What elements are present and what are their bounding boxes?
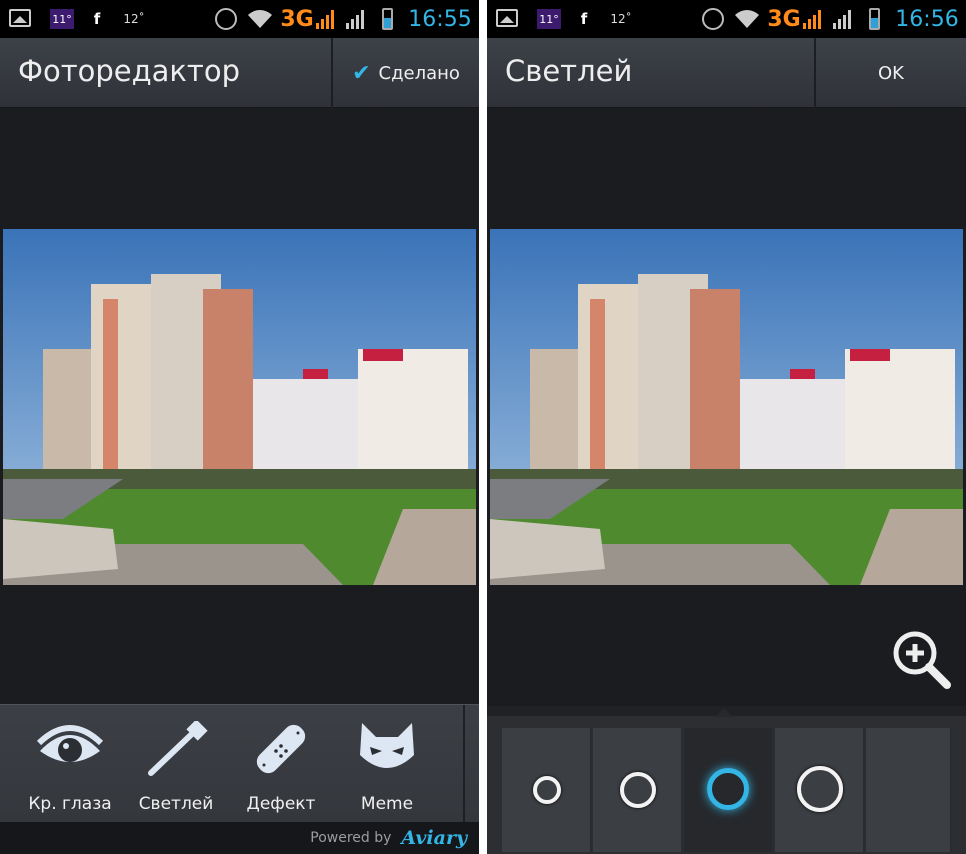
clock: 16:55 — [408, 6, 472, 32]
status-bar: 11° f 12˚ 3G 16:56 — [487, 0, 966, 38]
bandage-icon — [256, 724, 306, 774]
divider — [463, 705, 465, 823]
signal-icon — [315, 9, 335, 29]
tool-label: Светлей — [138, 794, 214, 814]
tool-label: Кр. глаза — [28, 794, 112, 814]
clock: 16:56 — [895, 6, 959, 32]
zoom-in-icon — [893, 631, 951, 689]
zoom-in-button[interactable] — [891, 629, 953, 695]
tool-blemish[interactable]: Дефект — [231, 705, 331, 823]
battery-icon — [382, 8, 393, 30]
brush-size-large[interactable] — [684, 728, 774, 852]
alarm-icon — [215, 8, 237, 30]
battery-icon — [869, 8, 880, 30]
eye-icon — [37, 725, 103, 762]
brush-size-medium[interactable] — [593, 728, 683, 852]
check-icon: ✔ — [352, 60, 371, 86]
tool-lighten[interactable]: Светлей — [126, 705, 226, 823]
photo-preview[interactable] — [490, 229, 963, 585]
wifi-icon — [247, 9, 273, 29]
gallery-icon — [496, 9, 518, 27]
aviary-logo: Aviary — [401, 827, 467, 849]
network-type: 3G — [280, 6, 314, 32]
brush-empty-slot — [866, 728, 952, 852]
tool-meme[interactable]: Meme — [337, 705, 437, 823]
lighten-screen: 11° f 12˚ 3G 16:56 Светлей OK — [487, 0, 966, 854]
page-title: Светлей — [505, 54, 633, 88]
powered-by-footer: Powered by Aviary — [0, 822, 479, 854]
tool-label: Дефект — [246, 794, 316, 814]
done-label: Сделано — [378, 62, 460, 84]
tool-red-eye[interactable]: Кр. глаза — [20, 705, 120, 823]
brush-size-bar — [487, 706, 966, 854]
facebook-icon: f — [93, 10, 101, 28]
notification-count: 12˚ — [123, 12, 145, 26]
network-type: 3G — [767, 6, 801, 32]
tool-label: Meme — [360, 794, 414, 814]
facebook-icon: f — [580, 10, 588, 28]
action-bar: Светлей OK — [487, 38, 966, 108]
alarm-icon — [702, 8, 724, 30]
brush-size-xlarge[interactable] — [775, 728, 865, 852]
signal-icon — [802, 9, 822, 29]
photo-preview[interactable] — [3, 229, 476, 585]
signal-2-icon — [345, 9, 365, 29]
photo-editor-screen: 11° f 12˚ 3G 16:55 Фоторедактор ✔ Сделан… — [0, 0, 479, 854]
selection-pointer — [715, 708, 733, 717]
brush-size-small[interactable] — [502, 728, 592, 852]
status-bar: 11° f 12˚ 3G 16:55 — [0, 0, 479, 38]
signal-2-icon — [832, 9, 852, 29]
weather-temp: 11° — [50, 9, 74, 29]
gallery-icon — [9, 9, 31, 27]
action-bar: Фоторедактор ✔ Сделано — [0, 38, 479, 108]
done-button[interactable]: ✔ Сделано — [331, 38, 479, 108]
notification-count: 12˚ — [610, 12, 632, 26]
brush-icon — [148, 721, 208, 776]
weather-temp: 11° — [537, 9, 561, 29]
wifi-icon — [734, 9, 760, 29]
cat-icon — [360, 723, 414, 768]
tools-bar: Кр. глаза Светлей Дефект Meme — [0, 704, 479, 823]
powered-by-text: Powered by — [310, 830, 392, 846]
ok-button[interactable]: OK — [814, 38, 966, 108]
page-title: Фоторедактор — [18, 54, 240, 88]
